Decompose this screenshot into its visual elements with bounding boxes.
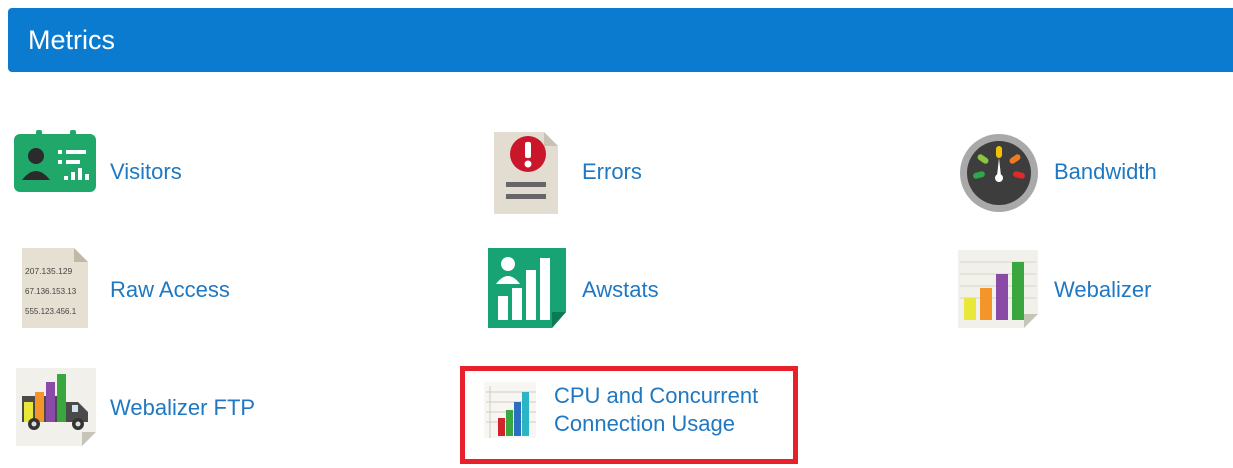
awstats-label: Awstats bbox=[582, 277, 659, 302]
webalizer-link[interactable]: Webalizer bbox=[958, 248, 1178, 332]
webalizer-label: Webalizer bbox=[1054, 277, 1152, 302]
webalizer-ftp-icon bbox=[16, 368, 96, 446]
cpu-usage-label-line2: Connection Usage bbox=[554, 411, 736, 436]
bandwidth-link[interactable]: Bandwidth bbox=[958, 130, 1188, 214]
section-title: Metrics bbox=[28, 25, 115, 55]
errors-icon bbox=[494, 132, 558, 214]
raw-access-icon-line3: 555.123.456.1 bbox=[25, 307, 77, 316]
raw-access-icon: 207.135.129 67.136.153.13 555.123.456.1 bbox=[22, 248, 88, 328]
raw-access-link[interactable]: 207.135.129 67.136.153.13 555.123.456.1 … bbox=[22, 248, 252, 332]
awstats-icon bbox=[488, 248, 566, 328]
errors-link[interactable]: Errors bbox=[494, 130, 694, 214]
cpu-usage-label-line1: CPU and Concurrent bbox=[554, 383, 759, 408]
raw-access-icon-line1: 207.135.129 bbox=[25, 266, 73, 276]
errors-label: Errors bbox=[582, 159, 642, 184]
visitors-link[interactable]: Visitors bbox=[14, 130, 214, 214]
metrics-header: Metrics bbox=[8, 8, 1233, 72]
visitors-icon bbox=[14, 130, 96, 192]
cpu-usage-link[interactable]: CPU and Concurrent Connection Usage bbox=[484, 380, 784, 450]
awstats-link[interactable]: Awstats bbox=[488, 248, 688, 332]
bandwidth-label: Bandwidth bbox=[1054, 159, 1157, 184]
webalizer-icon bbox=[958, 250, 1038, 328]
webalizer-ftp-link[interactable]: Webalizer FTP bbox=[16, 366, 276, 450]
visitors-label: Visitors bbox=[110, 159, 182, 184]
raw-access-label: Raw Access bbox=[110, 277, 230, 302]
raw-access-icon-line2: 67.136.153.13 bbox=[25, 287, 77, 296]
cpu-usage-icon bbox=[484, 382, 536, 438]
webalizer-ftp-label: Webalizer FTP bbox=[110, 395, 256, 420]
bandwidth-icon bbox=[960, 134, 1038, 212]
